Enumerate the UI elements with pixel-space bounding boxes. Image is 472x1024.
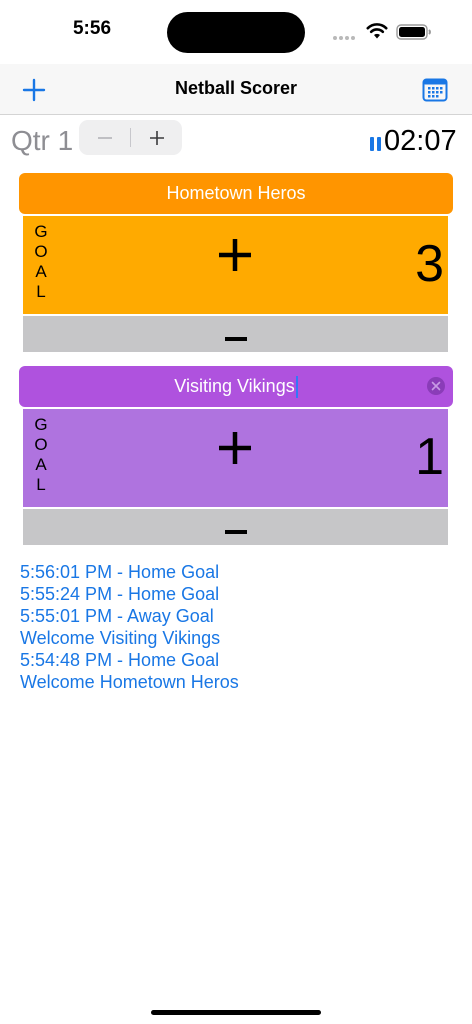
cellular-dots-icon — [333, 36, 359, 42]
goal-letter: O — [34, 435, 48, 454]
minus-icon — [97, 136, 112, 139]
pause-icon[interactable] — [369, 136, 382, 152]
plus-icon — [149, 130, 164, 145]
log-item: Welcome Visiting Vikings — [20, 628, 221, 648]
plus-icon — [219, 239, 251, 271]
log-item: Welcome Hometown Heros — [20, 672, 239, 692]
battery-icon — [396, 24, 431, 40]
minus-icon — [225, 337, 247, 341]
away-minus-button[interactable] — [23, 509, 448, 545]
goal-letter: L — [36, 282, 46, 301]
away-team-name-text: Visiting Vikings — [174, 376, 295, 396]
home-score: 3 — [415, 235, 444, 293]
goal-letter: G — [34, 222, 48, 241]
clear-text-icon[interactable] — [426, 376, 446, 396]
goal-label: G O A L — [33, 415, 49, 495]
minus-icon — [225, 530, 247, 534]
quarter-stepper — [79, 120, 182, 155]
quarter-increment-button[interactable] — [131, 120, 182, 155]
home-team-name[interactable]: Hometown Heros — [19, 173, 453, 214]
away-score: 1 — [415, 428, 444, 486]
away-team-name[interactable]: Visiting Vikings — [19, 366, 453, 407]
goal-letter: G — [34, 415, 48, 434]
home-minus-button[interactable] — [23, 316, 448, 352]
text-cursor — [295, 375, 298, 398]
add-button[interactable] — [20, 76, 48, 104]
game-timer: 02:07 — [384, 125, 457, 157]
log-item: 5:56:01 PM - Home Goal — [20, 562, 220, 582]
quarter-decrement-button[interactable] — [79, 120, 130, 155]
dynamic-island — [167, 12, 305, 53]
home-goal-button[interactable]: G O A L 3 — [23, 216, 448, 314]
wifi-icon — [366, 23, 388, 39]
away-goal-button[interactable]: G O A L 1 — [23, 409, 448, 507]
goal-letter: L — [36, 475, 46, 494]
event-log: 5:56:01 PM - Home Goal 5:55:24 PM - Home… — [20, 561, 460, 693]
plus-icon — [219, 432, 251, 464]
log-item: 5:54:48 PM - Home Goal — [20, 650, 220, 670]
goal-letter: A — [35, 262, 47, 281]
goal-label: G O A L — [33, 222, 49, 302]
log-item: 5:55:24 PM - Home Goal — [20, 584, 220, 604]
goal-letter: A — [35, 455, 47, 474]
quarter-label: Qtr 1 — [11, 125, 74, 156]
home-team-name-text: Hometown Heros — [166, 183, 306, 203]
home-indicator — [151, 1010, 321, 1015]
goal-letter: O — [34, 242, 48, 261]
log-item: 5:55:01 PM - Away Goal — [20, 606, 214, 626]
status-time: 5:56 — [72, 18, 112, 39]
page-title: Netball Scorer — [174, 78, 298, 98]
calendar-icon[interactable] — [421, 76, 449, 104]
